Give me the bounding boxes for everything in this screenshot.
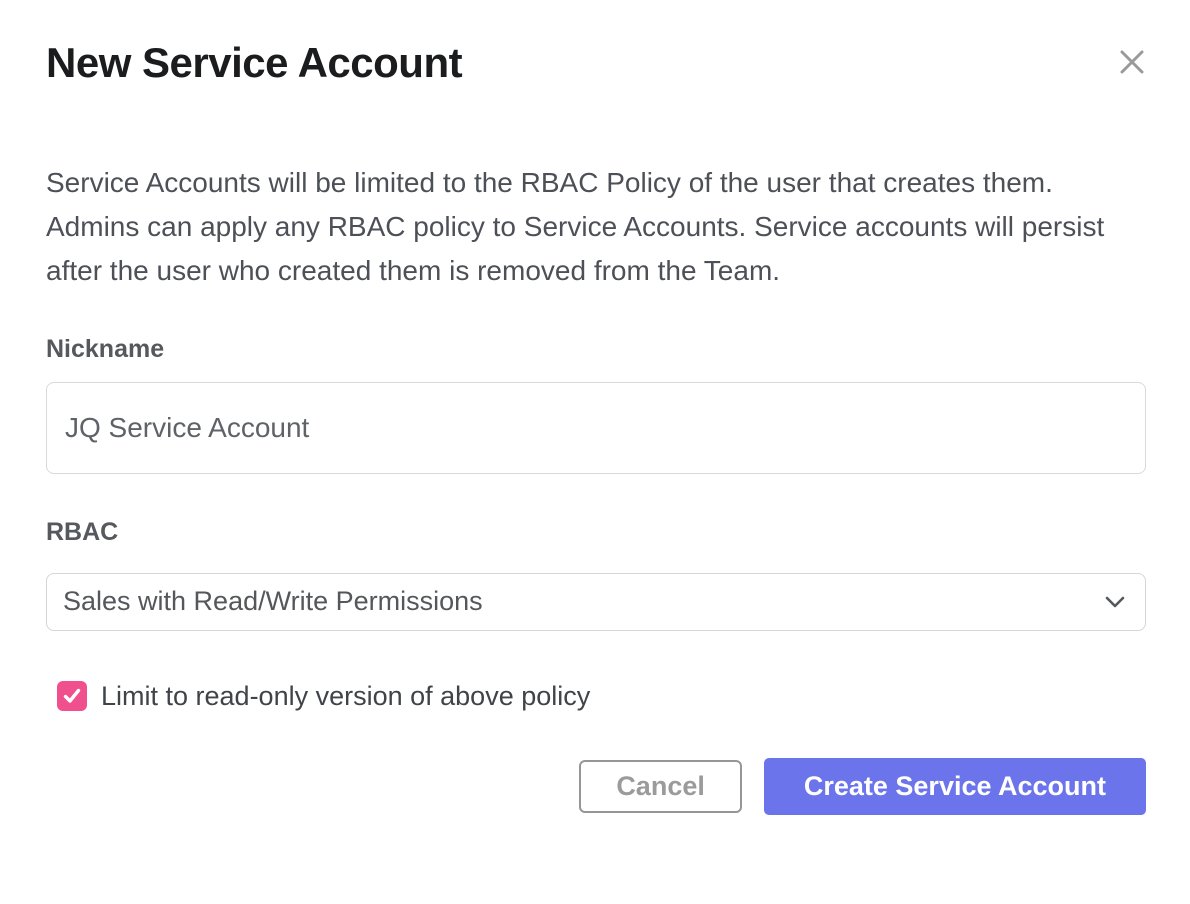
create-service-account-button[interactable]: Create Service Account <box>764 758 1146 815</box>
cancel-button[interactable]: Cancel <box>579 760 742 813</box>
rbac-selected-value: Sales with Read/Write Permissions <box>63 586 483 617</box>
nickname-label: Nickname <box>46 335 1146 364</box>
readonly-checkbox-label: Limit to read-only version of above poli… <box>101 681 590 712</box>
nickname-input[interactable] <box>46 382 1146 474</box>
rbac-select[interactable]: Sales with Read/Write Permissions <box>46 573 1146 631</box>
close-icon <box>1117 47 1147 77</box>
modal-title: New Service Account <box>46 36 1146 91</box>
new-service-account-modal: New Service Account Service Accounts wil… <box>0 0 1190 904</box>
modal-footer: Cancel Create Service Account <box>46 758 1146 815</box>
readonly-checkbox[interactable] <box>57 681 87 711</box>
readonly-checkbox-row[interactable]: Limit to read-only version of above poli… <box>57 681 1146 712</box>
check-icon <box>61 685 83 707</box>
close-button[interactable] <box>1114 44 1150 80</box>
chevron-down-icon <box>1103 594 1127 610</box>
modal-description: Service Accounts will be limited to the … <box>46 161 1146 293</box>
rbac-label: RBAC <box>46 518 1146 547</box>
